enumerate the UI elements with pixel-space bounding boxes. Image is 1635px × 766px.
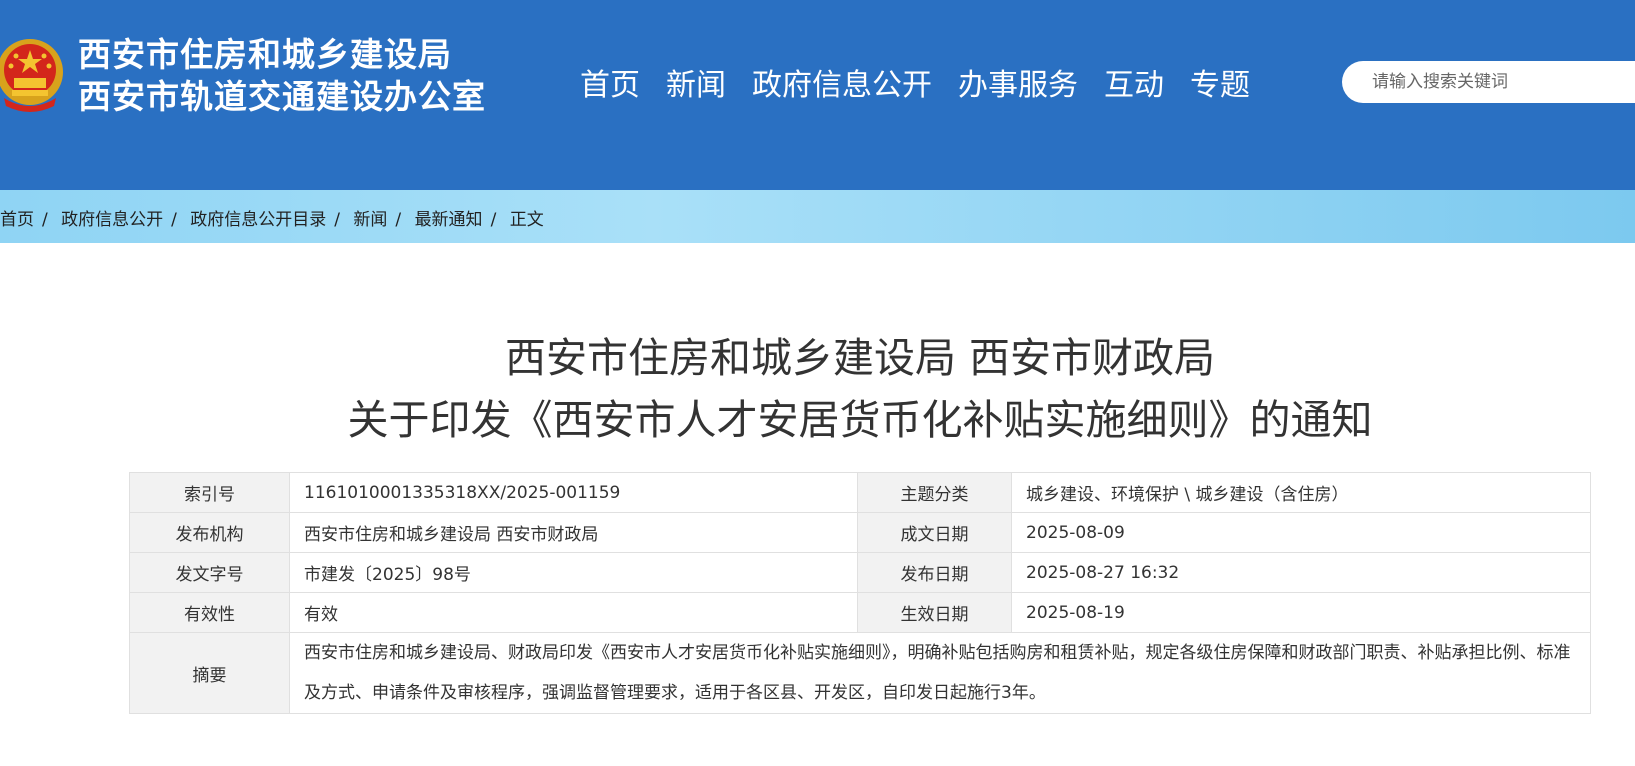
site-title[interactable]: 西安市住房和城乡建设局 西安市轨道交通建设办公室 <box>78 34 486 118</box>
nav-services[interactable]: 办事服务 <box>958 64 1078 108</box>
publish-date-label: 发布日期 <box>857 552 1012 593</box>
site-header: 西安市住房和城乡建设局 西安市轨道交通建设办公室 首页 新闻 政府信息公开 办事… <box>0 0 1635 190</box>
table-row: 有效性 有效 生效日期 2025-08-19 <box>129 592 1591 633</box>
topic-value: 城乡建设、环境保护 \ 城乡建设（含住房） <box>1011 472 1591 513</box>
breadcrumb-separator: / <box>42 210 48 230</box>
breadcrumb-gov-info-catalog[interactable]: 政府信息公开目录 <box>190 210 326 230</box>
table-row: 摘要 西安市住房和城乡建设局、财政局印发《西安市人才安居货币化补贴实施细则》，明… <box>129 632 1591 714</box>
doc-no-value: 市建发〔2025〕98号 <box>289 552 858 593</box>
national-emblem-icon[interactable] <box>0 36 66 114</box>
table-row: 索引号 1161010001335318XX/2025-001159 主题分类 … <box>129 472 1591 513</box>
index-value: 1161010001335318XX/2025-001159 <box>289 472 858 513</box>
written-date-value: 2025-08-09 <box>1011 512 1591 553</box>
breadcrumb-separator: / <box>490 210 497 230</box>
breadcrumb-separator: / <box>334 210 341 230</box>
summary-value: 西安市住房和城乡建设局、财政局印发《西安市人才安居货币化补贴实施细则》，明确补贴… <box>289 632 1591 714</box>
table-row: 发文字号 市建发〔2025〕98号 发布日期 2025-08-27 16:32 <box>129 552 1591 593</box>
document-title-line2: 关于印发《西安市人才安居货币化补贴实施细则》的通知 <box>347 396 1373 444</box>
effective-date-label: 生效日期 <box>857 592 1012 633</box>
table-row: 发布机构 西安市住房和城乡建设局 西安市财政局 成文日期 2025-08-09 <box>129 512 1591 553</box>
nav-interaction[interactable]: 互动 <box>1104 64 1164 108</box>
publisher-value: 西安市住房和城乡建设局 西安市财政局 <box>289 512 858 553</box>
validity-label: 有效性 <box>129 592 290 633</box>
nav-gov-info[interactable]: 政府信息公开 <box>752 64 932 108</box>
site-title-line1: 西安市住房和城乡建设局 <box>78 35 452 74</box>
validity-value: 有效 <box>289 592 858 633</box>
breadcrumb-separator: / <box>395 210 402 230</box>
breadcrumb-news[interactable]: 新闻 <box>353 210 387 230</box>
document-title: 西安市住房和城乡建设局 西安市财政局 关于印发《西安市人才安居货币化补贴实施细则… <box>0 327 1635 451</box>
index-label: 索引号 <box>129 472 290 513</box>
publish-date-value: 2025-08-27 16:32 <box>1011 552 1591 593</box>
breadcrumb-latest-notice[interactable]: 最新通知 <box>415 210 483 230</box>
document-meta-table: 索引号 1161010001335318XX/2025-001159 主题分类 … <box>129 472 1591 714</box>
breadcrumb-separator: / <box>171 210 177 230</box>
breadcrumb-gov-info[interactable]: 政府信息公开 <box>61 210 163 230</box>
topic-label: 主题分类 <box>857 472 1012 513</box>
breadcrumb: 首页 / 政府信息公开 / 政府信息公开目录 / 新闻 / 最新通知 / 正文 <box>0 205 544 230</box>
nav-home[interactable]: 首页 <box>580 64 640 108</box>
nav-topics[interactable]: 专题 <box>1190 64 1250 108</box>
search-input[interactable] <box>1342 61 1635 103</box>
document-title-line1: 西安市住房和城乡建设局 西安市财政局 <box>504 334 1216 382</box>
publisher-label: 发布机构 <box>129 512 290 553</box>
doc-no-label: 发文字号 <box>129 552 290 593</box>
summary-label: 摘要 <box>129 632 290 714</box>
main-nav: 首页 新闻 政府信息公开 办事服务 互动 专题 <box>580 64 1276 108</box>
breadcrumb-bar: 首页 / 政府信息公开 / 政府信息公开目录 / 新闻 / 最新通知 / 正文 <box>0 190 1635 243</box>
breadcrumb-home[interactable]: 首页 <box>0 210 34 230</box>
effective-date-value: 2025-08-19 <box>1011 592 1591 633</box>
site-title-line2: 西安市轨道交通建设办公室 <box>78 77 486 116</box>
nav-news[interactable]: 新闻 <box>666 64 726 108</box>
written-date-label: 成文日期 <box>857 512 1012 553</box>
breadcrumb-current: 正文 <box>509 210 544 230</box>
